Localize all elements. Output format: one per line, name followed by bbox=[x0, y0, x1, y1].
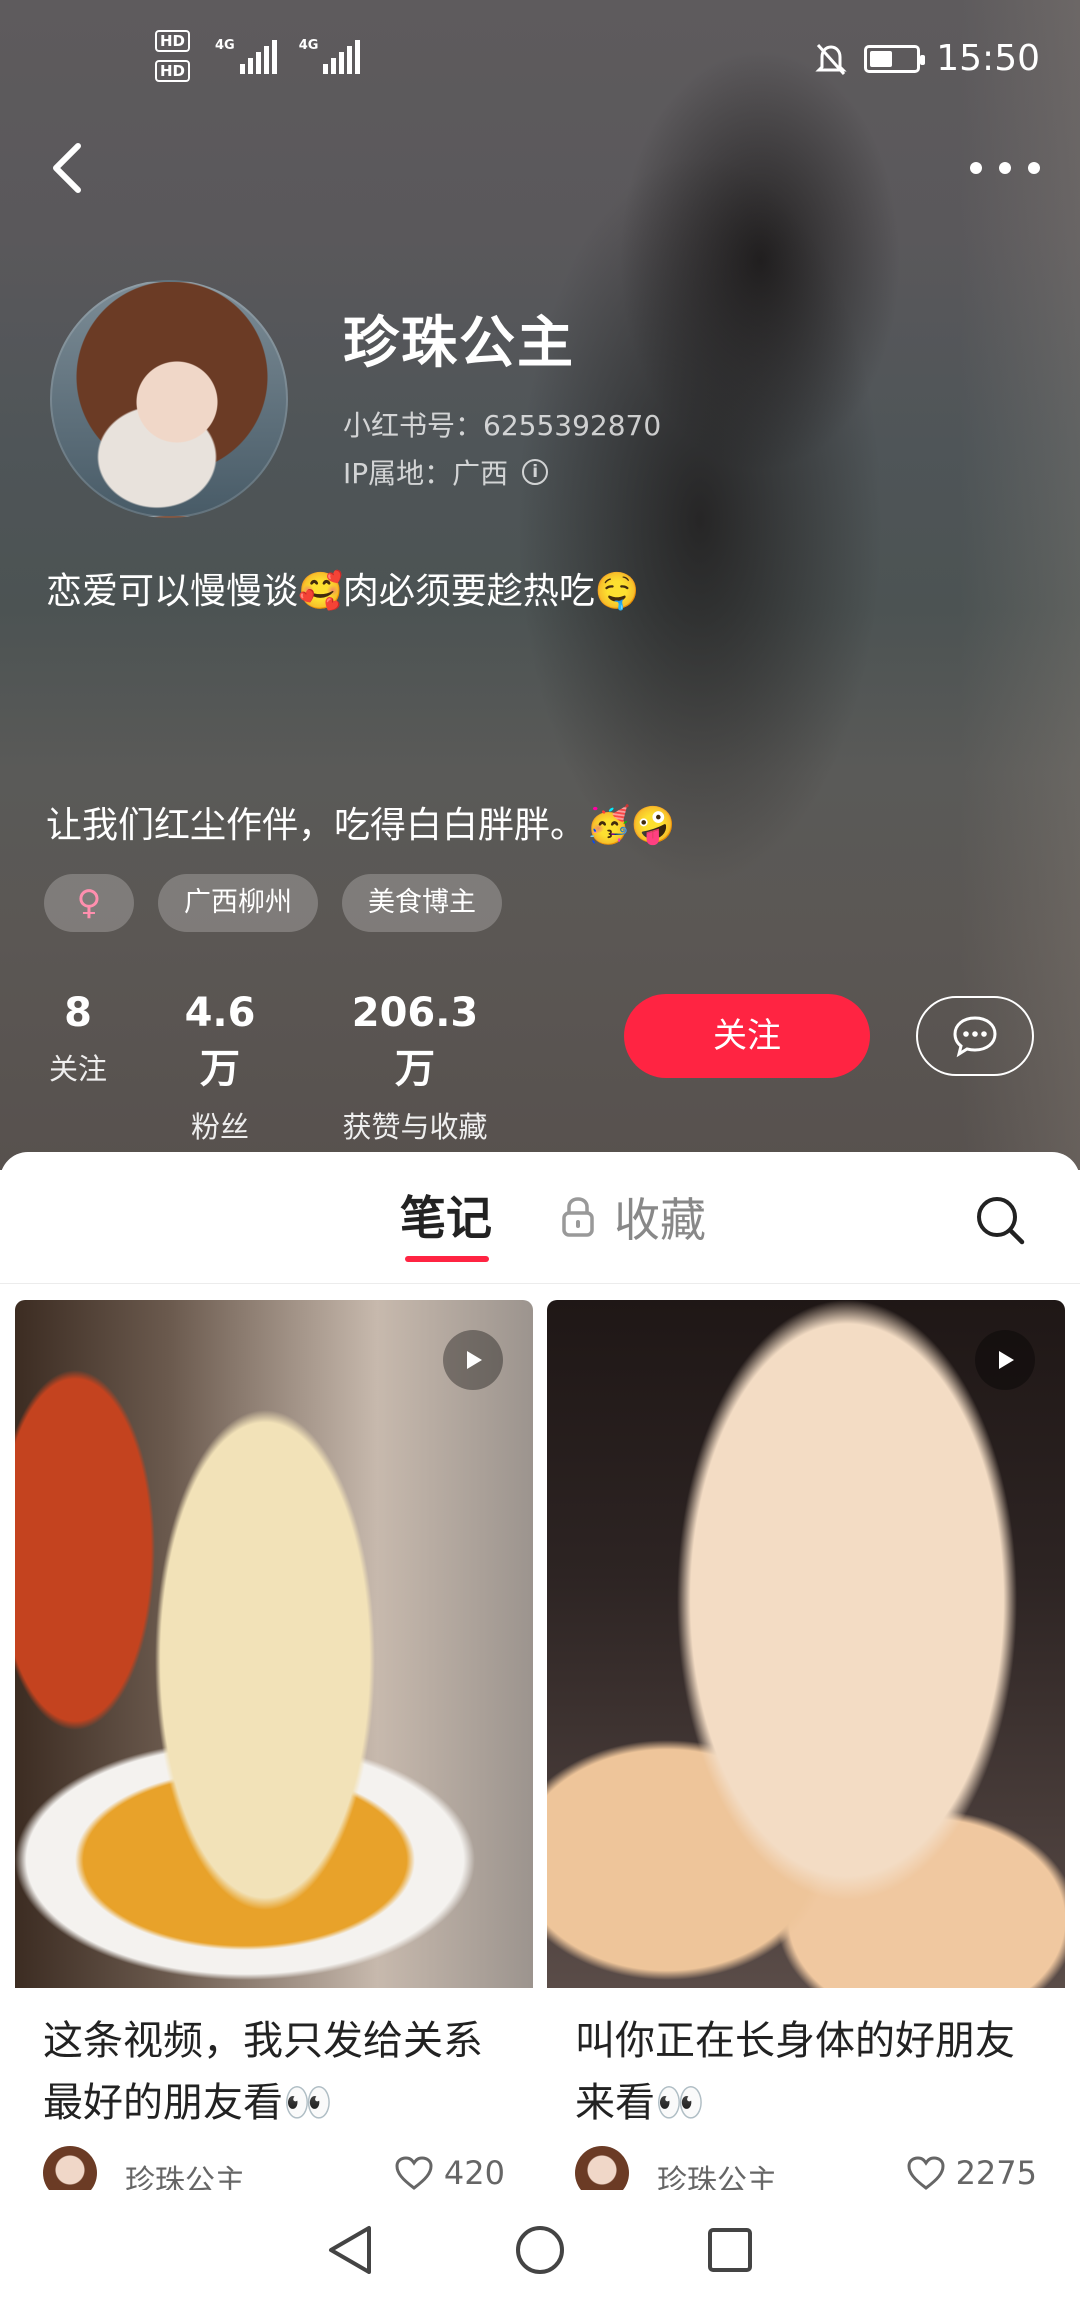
circle-home-icon bbox=[516, 2226, 564, 2274]
like-count: 2275 bbox=[955, 2154, 1037, 2192]
message-button[interactable] bbox=[916, 996, 1034, 1076]
bio-line-2: 让我们红尘作伴，吃得白白胖胖。🥳🤪 bbox=[46, 805, 676, 846]
like-count: 420 bbox=[443, 2154, 505, 2192]
more-button[interactable] bbox=[970, 150, 1040, 186]
note-card[interactable]: 这条视频，我只发给关系最好的朋友看👀 珍珠公主 420 bbox=[15, 1300, 533, 2198]
back-button[interactable] bbox=[40, 132, 100, 202]
signal1-icon: 4G bbox=[215, 38, 277, 74]
profile-ip-location: IP属地：广西 i bbox=[343, 452, 549, 492]
tab-favorites-label: 收藏 bbox=[614, 1193, 706, 1247]
gender-tag: ♀ bbox=[44, 874, 134, 932]
followers-count: 4.6 万 bbox=[184, 990, 256, 1092]
search-icon bbox=[977, 1197, 1025, 1245]
nav-home-button[interactable] bbox=[510, 2220, 570, 2280]
battery-icon bbox=[864, 44, 926, 73]
signal-indicators: 4G 4G bbox=[215, 38, 361, 74]
system-nav-bar bbox=[0, 2190, 1080, 2310]
likes-stat[interactable]: 206.3 万 获赞与收藏 bbox=[330, 990, 500, 1146]
play-icon bbox=[975, 1330, 1035, 1390]
note-meta: 珍珠公主 2275 bbox=[547, 2138, 1065, 2198]
likes-label: 获赞与收藏 bbox=[342, 1110, 488, 1144]
follow-button[interactable]: 关注 bbox=[624, 994, 870, 1078]
status-bar: HD HD 4G 4G 15:50 bbox=[0, 0, 1080, 120]
following-count: 8 bbox=[64, 990, 92, 1036]
note-title[interactable]: 这条视频，我只发给关系最好的朋友看👀 bbox=[15, 1988, 533, 2138]
category-tag: 美食博主 bbox=[342, 874, 502, 932]
profile-tags: ♀ 广西柳州 美食博主 bbox=[44, 874, 502, 932]
like-button[interactable]: 420 bbox=[394, 2154, 505, 2192]
signal2-icon: 4G bbox=[299, 38, 361, 74]
triangle-back-icon bbox=[329, 2226, 371, 2274]
tab-favorites[interactable]: 收藏 bbox=[560, 1184, 706, 1250]
avatar[interactable] bbox=[50, 280, 288, 518]
followers-stat[interactable]: 4.6 万 粉丝 bbox=[160, 990, 280, 1146]
followers-label: 粉丝 bbox=[190, 1110, 249, 1144]
like-button[interactable]: 2275 bbox=[906, 2154, 1037, 2192]
tab-notes[interactable]: 笔记 bbox=[400, 1182, 492, 1248]
following-stat[interactable]: 8 关注 bbox=[46, 990, 110, 1088]
clock: 15:50 bbox=[936, 38, 1040, 79]
heart-icon bbox=[395, 2156, 433, 2190]
nav-recents-button[interactable] bbox=[700, 2220, 760, 2280]
bio-line-1: 恋爱可以慢慢谈🥰肉必须要趁热吃🤤 bbox=[46, 571, 640, 612]
profile-header: HD HD 4G 4G 15:50 珍珠公主 小红书号：6255392870 I… bbox=[0, 0, 1080, 1170]
hd1-badge: HD bbox=[155, 30, 191, 52]
nav-back-button[interactable] bbox=[320, 2220, 380, 2280]
status-right: 15:50 bbox=[814, 38, 1040, 79]
note-cover-image[interactable] bbox=[15, 1300, 533, 1988]
tab-active-indicator bbox=[405, 1256, 489, 1262]
heart-icon bbox=[907, 2156, 945, 2190]
content-panel: 笔记 收藏 这条视频，我只发给关系最好的朋友看👀 珍珠公主 420 叫你正在长身… bbox=[0, 1152, 1080, 2212]
sim-indicators: HD HD bbox=[155, 30, 191, 82]
play-icon bbox=[443, 1330, 503, 1390]
chat-bubble-icon bbox=[953, 1016, 997, 1058]
search-button[interactable] bbox=[972, 1192, 1028, 1248]
profile-id: 小红书号：6255392870 bbox=[343, 409, 662, 442]
profile-name: 珍珠公主 bbox=[343, 311, 575, 376]
square-recents-icon bbox=[708, 2228, 752, 2272]
location-tag: 广西柳州 bbox=[158, 874, 318, 932]
following-label: 关注 bbox=[48, 1052, 107, 1086]
more-dots-icon bbox=[970, 162, 982, 174]
note-cover-image[interactable] bbox=[547, 1300, 1065, 1988]
tab-bar: 笔记 收藏 bbox=[0, 1152, 1080, 1284]
hd2-badge: HD bbox=[155, 60, 191, 82]
note-title[interactable]: 叫你正在长身体的好朋友来看👀 bbox=[547, 1988, 1065, 2138]
note-card[interactable]: 叫你正在长身体的好朋友来看👀 珍珠公主 2275 bbox=[547, 1300, 1065, 2198]
likes-count: 206.3 万 bbox=[351, 990, 479, 1092]
note-meta: 珍珠公主 420 bbox=[15, 2138, 533, 2198]
info-icon[interactable]: i bbox=[522, 459, 549, 485]
ip-location-text: IP属地：广西 bbox=[343, 457, 509, 490]
back-arrow-icon bbox=[53, 143, 81, 193]
bell-off-icon bbox=[815, 43, 847, 75]
lock-icon bbox=[562, 1197, 594, 1237]
